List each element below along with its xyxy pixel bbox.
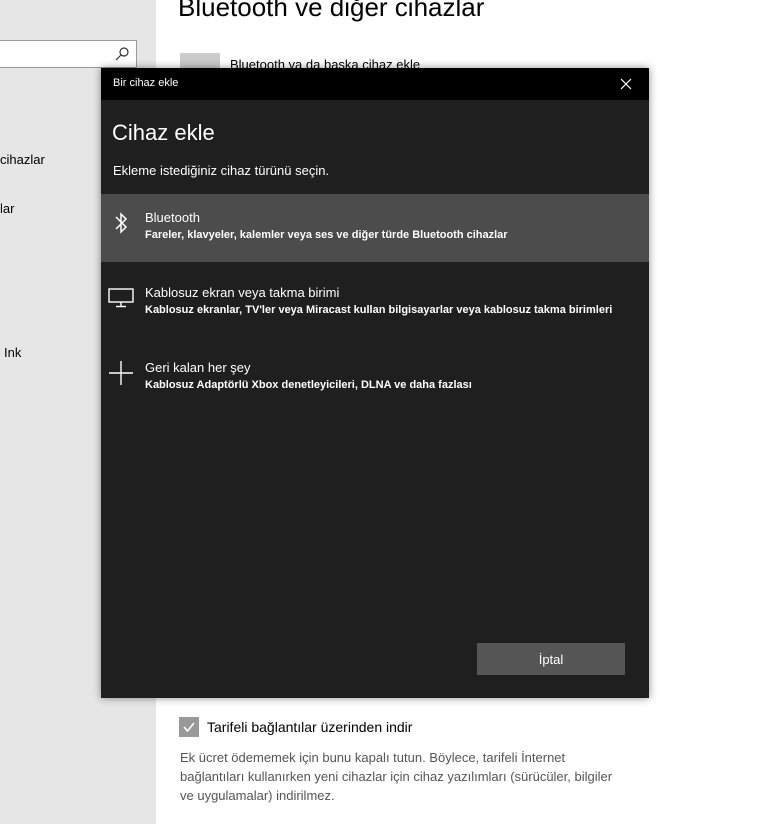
nav-item-ink[interactable]: Ink [4, 345, 21, 360]
option-title: Kablosuz ekran veya takma birimi [145, 285, 340, 300]
close-button[interactable] [603, 68, 649, 100]
option-everything-else[interactable]: Geri kalan her şey Kablosuz Adaptörlü Xb… [101, 344, 649, 412]
add-device-dialog: Bir cihaz ekle Cihaz ekle Ekleme istediğ… [101, 68, 649, 698]
close-icon [620, 78, 632, 90]
metered-download-setting[interactable]: Tarifeli bağlantılar üzerinden indir [179, 717, 412, 737]
page-title: Bluetooth ve diğer cihazlar [178, 0, 485, 22]
nav-item-devices[interactable]: cihazlar [0, 152, 45, 167]
plus-icon [107, 358, 135, 388]
bluetooth-icon [108, 208, 134, 238]
nav-item-2[interactable]: lar [0, 201, 14, 216]
option-description: Kablosuz ekranlar, TV'ler veya Miracast … [145, 304, 613, 316]
monitor-icon [107, 283, 135, 313]
metered-description: Ek ücret ödememek için bunu kapalı tutun… [180, 750, 613, 803]
option-description: Kablosuz Adaptörlü Xbox denetleyicileri,… [145, 379, 472, 391]
metered-checkbox[interactable] [179, 717, 199, 737]
dialog-subtitle: Ekleme istediğiniz cihaz türünü seçin. [113, 163, 330, 178]
option-bluetooth[interactable]: Bluetooth Fareler, klavyeler, kalemler v… [101, 194, 649, 262]
dialog-heading: Cihaz ekle [112, 120, 215, 145]
search-icon [115, 47, 129, 61]
dialog-titlebar[interactable]: Bir cihaz ekle [101, 68, 649, 100]
search-input[interactable] [0, 40, 137, 68]
option-wireless-display[interactable]: Kablosuz ekran veya takma birimi Kablosu… [101, 269, 649, 337]
cancel-button[interactable]: İptal [477, 643, 625, 675]
dialog-window-title: Bir cihaz ekle [113, 77, 179, 89]
metered-label: Tarifeli bağlantılar üzerinden indir [207, 719, 413, 735]
option-description: Fareler, klavyeler, kalemler veya ses ve… [145, 229, 508, 241]
checkmark-icon [183, 722, 195, 733]
option-title: Geri kalan her şey [145, 360, 251, 375]
option-title: Bluetooth [145, 210, 200, 225]
